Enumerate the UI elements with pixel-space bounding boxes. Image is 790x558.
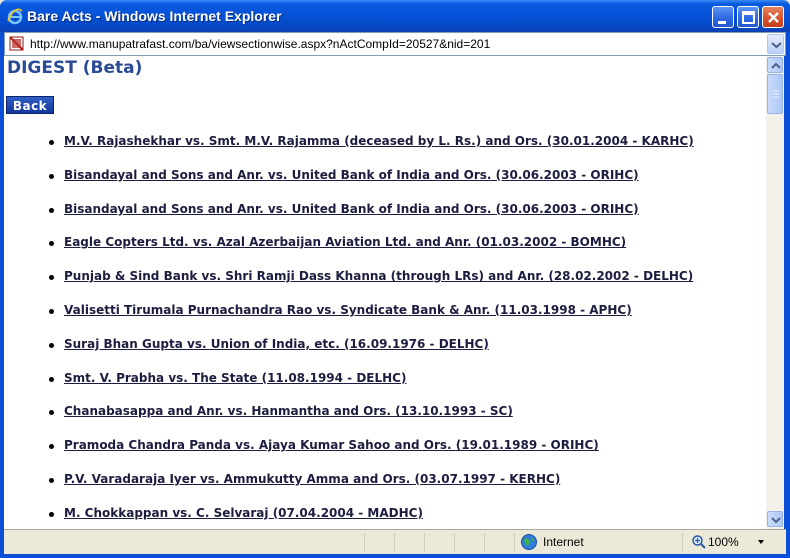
scroll-down-button[interactable] [767, 511, 783, 527]
globe-icon [521, 534, 537, 550]
browser-window: Bare Acts - Windows Internet Explorer ht… [0, 0, 790, 558]
list-item: Suraj Bhan Gupta vs. Union of India, etc… [4, 337, 764, 371]
status-divider [394, 533, 395, 552]
bullet-icon [49, 410, 54, 416]
list-item: Bisandayal and Sons and Anr. vs. United … [4, 202, 764, 236]
bullet-icon [49, 241, 54, 247]
list-item: M. Chokkappan vs. C. Selvaraj (07.04.200… [4, 506, 764, 529]
status-divider [484, 533, 485, 552]
bullet-icon [49, 308, 54, 314]
minimize-button[interactable] [712, 6, 734, 28]
status-divider [364, 533, 365, 552]
chevron-down-icon [771, 42, 782, 49]
list-item: M.V. Rajashekhar vs. Smt. M.V. Rajamma (… [4, 134, 764, 168]
back-button[interactable]: Back [6, 96, 54, 114]
list-item: P.V. Varadaraja Iyer vs. Ammukutty Amma … [4, 472, 764, 506]
bullet-icon [49, 207, 54, 213]
bullet-icon [49, 477, 54, 483]
close-button[interactable] [762, 6, 784, 28]
bullet-icon [49, 511, 54, 517]
vertical-scrollbar[interactable] [766, 56, 784, 529]
case-link[interactable]: Smt. V. Prabha vs. The State (11.08.1994… [64, 371, 406, 385]
minimize-icon [718, 21, 726, 24]
list-item: Smt. V. Prabha vs. The State (11.08.1994… [4, 371, 764, 405]
address-url[interactable]: http://www.manupatrafast.com/ba/viewsect… [30, 37, 490, 51]
address-bar[interactable]: http://www.manupatrafast.com/ba/viewsect… [4, 32, 786, 56]
page-title: DIGEST (Beta) [7, 58, 143, 78]
case-link[interactable]: Valisetti Tirumala Purnachandra Rao vs. … [64, 303, 632, 317]
bullet-icon [49, 444, 54, 450]
bullet-icon [49, 342, 54, 348]
status-divider [682, 533, 683, 552]
case-list: M.V. Rajashekhar vs. Smt. M.V. Rajamma (… [4, 134, 764, 529]
bullet-icon [49, 275, 54, 281]
list-item: Pramoda Chandra Panda vs. Ajaya Kumar Sa… [4, 438, 764, 472]
case-link[interactable]: Bisandayal and Sons and Anr. vs. United … [64, 168, 639, 182]
scroll-up-button[interactable] [767, 57, 783, 73]
zoom-dropdown-icon[interactable] [756, 538, 766, 546]
case-link[interactable]: Chanabasappa and Anr. vs. Hanmantha and … [64, 404, 513, 418]
page-content: DIGEST (Beta) Back M.V. Rajashekhar vs. … [4, 56, 766, 529]
list-item: Punjab & Sind Bank vs. Shri Ramji Dass K… [4, 269, 764, 303]
bullet-icon [49, 173, 54, 179]
list-item: Chanabasappa and Anr. vs. Hanmantha and … [4, 404, 764, 438]
case-link[interactable]: M.V. Rajashekhar vs. Smt. M.V. Rajamma (… [64, 134, 694, 148]
case-link[interactable]: Bisandayal and Sons and Anr. vs. United … [64, 202, 639, 216]
list-item: Valisetti Tirumala Purnachandra Rao vs. … [4, 303, 764, 337]
title-bar[interactable]: Bare Acts - Windows Internet Explorer [0, 0, 790, 32]
case-link[interactable]: Eagle Copters Ltd. vs. Azal Azerbaijan A… [64, 235, 626, 249]
internet-explorer-icon [7, 8, 23, 25]
status-divider [514, 533, 515, 552]
case-link[interactable]: M. Chokkappan vs. C. Selvaraj (07.04.200… [64, 506, 423, 520]
security-zone-label: Internet [543, 535, 584, 549]
scroll-thumb[interactable] [767, 74, 783, 114]
status-divider [424, 533, 425, 552]
list-item: Bisandayal and Sons and Anr. vs. United … [4, 168, 764, 202]
close-icon [768, 12, 779, 23]
case-link[interactable]: Pramoda Chandra Panda vs. Ajaya Kumar Sa… [64, 438, 599, 452]
status-divider [454, 533, 455, 552]
chevron-up-icon [771, 62, 781, 69]
chevron-down-icon [771, 517, 781, 524]
case-link[interactable]: P.V. Varadaraja Iyer vs. Ammukutty Amma … [64, 472, 560, 486]
grip-icon [773, 90, 779, 98]
maximize-button[interactable] [737, 6, 759, 28]
list-item: Eagle Copters Ltd. vs. Azal Azerbaijan A… [4, 235, 764, 269]
magnifier-icon[interactable] [691, 534, 707, 550]
bullet-icon [49, 376, 54, 382]
window-title: Bare Acts - Windows Internet Explorer [27, 8, 282, 24]
maximize-icon [742, 11, 755, 24]
status-bar: Internet 100% [4, 529, 786, 554]
case-link[interactable]: Punjab & Sind Bank vs. Shri Ramji Dass K… [64, 269, 693, 283]
bullet-icon [49, 140, 54, 145]
page-error-icon [9, 36, 24, 51]
address-dropdown-button[interactable] [767, 34, 784, 54]
zoom-level[interactable]: 100% [708, 535, 739, 549]
case-link[interactable]: Suraj Bhan Gupta vs. Union of India, etc… [64, 337, 489, 351]
